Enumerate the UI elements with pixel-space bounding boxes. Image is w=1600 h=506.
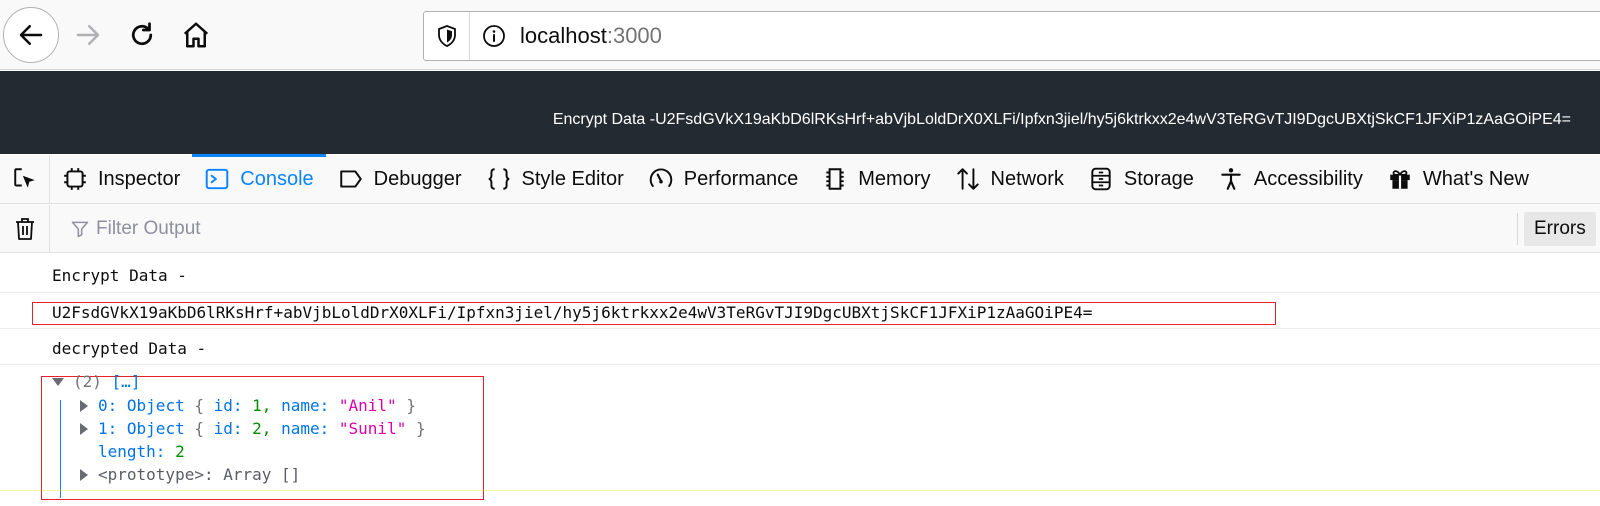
reload-button[interactable] — [114, 7, 170, 63]
inspector-icon — [64, 168, 86, 190]
errors-filter-button[interactable]: Errors — [1524, 212, 1596, 246]
prop-value: 1, — [252, 396, 272, 415]
console-filter-bar: Errors — [0, 204, 1600, 253]
prop-value: "Anil" — [338, 396, 397, 415]
brace-open: { — [194, 419, 204, 438]
item-type: Object — [126, 396, 185, 415]
braces-icon — [488, 168, 509, 190]
site-info-button[interactable] — [470, 24, 518, 48]
prop-key: <prototype>: — [98, 465, 214, 484]
message-text: Encrypt Data - — [52, 266, 187, 285]
collapsed-arrow-icon[interactable] — [80, 423, 88, 435]
storage-icon — [1091, 167, 1111, 191]
prop-key: id: — [213, 396, 243, 415]
devtools-toolbar: Inspector Console Debugger Style Editor … — [0, 154, 1600, 204]
prop-value: 2 — [175, 442, 185, 461]
tab-label: Memory — [858, 167, 931, 190]
arrow-right-icon — [76, 25, 100, 45]
info-icon — [483, 25, 505, 47]
tab-label: Debugger — [373, 167, 462, 190]
tab-network[interactable]: Network — [943, 155, 1076, 203]
arrow-left-icon — [19, 25, 43, 45]
page-header-text: Encrypt Data -U2FsdGVkX19aKbD6lRKsHrf+ab… — [552, 111, 1571, 128]
tab-storage[interactable]: Storage — [1076, 155, 1206, 203]
prop-key: name: — [281, 419, 330, 438]
console-message: decrypted Data - — [0, 330, 1600, 365]
object-row[interactable]: 1: Object { id: 2, name: "Sunil" } — [80, 417, 426, 440]
clear-console-button[interactable] — [0, 204, 50, 253]
collapsed-arrow-icon[interactable] — [80, 469, 88, 481]
item-type: Object — [126, 419, 185, 438]
chip-icon — [826, 168, 844, 190]
filter-icon — [70, 218, 92, 240]
url-text[interactable]: localhost:3000 — [518, 23, 662, 49]
prop-value: 2, — [252, 419, 272, 438]
array-header-row[interactable]: (2) […] — [52, 370, 140, 393]
tab-label: Console — [240, 167, 314, 190]
home-button[interactable] — [168, 7, 224, 63]
tab-whats-new[interactable]: What's New — [1375, 155, 1541, 203]
tab-debugger[interactable]: Debugger — [326, 155, 474, 203]
tab-label: Network — [990, 167, 1064, 190]
tab-style-editor[interactable]: Style Editor — [474, 155, 636, 203]
tab-performance[interactable]: Performance — [636, 155, 811, 203]
tab-accessibility[interactable]: Accessibility — [1206, 155, 1375, 203]
prop-key: length: — [98, 442, 166, 461]
tab-inspector[interactable]: Inspector — [50, 155, 192, 203]
tree-guide-line — [60, 400, 61, 498]
trash-icon — [15, 217, 34, 240]
page-header: Encrypt Data -U2FsdGVkX19aKbD6lRKsHrf+ab… — [0, 71, 1600, 154]
divider — [0, 490, 1600, 491]
console-icon — [205, 168, 229, 190]
brace-close: } — [406, 396, 416, 415]
debugger-icon — [339, 170, 362, 188]
message-text: decrypted Data - — [52, 339, 207, 358]
element-picker-button[interactable] — [0, 155, 50, 203]
object-row[interactable]: 0: Object { id: 1, name: "Anil" } — [80, 394, 416, 417]
gift-icon — [1390, 170, 1410, 189]
highlight-box — [32, 302, 1276, 325]
filter-output-input[interactable] — [96, 217, 996, 240]
arrows-updown-icon — [956, 168, 979, 190]
length-row: length: 2 — [98, 440, 185, 463]
array-count: (2) — [73, 372, 102, 391]
url-bar[interactable]: localhost:3000 — [423, 11, 1600, 61]
gauge-icon — [649, 168, 672, 188]
tab-label: Performance — [683, 167, 799, 190]
shield-icon — [437, 25, 456, 47]
back-button[interactable] — [3, 7, 59, 63]
tab-memory[interactable]: Memory — [810, 155, 942, 203]
url-port: :3000 — [606, 23, 662, 48]
toolbar-divider — [1517, 213, 1518, 245]
prototype-row[interactable]: <prototype>: Array [] — [80, 463, 300, 486]
element-picker-icon — [13, 168, 35, 188]
prop-key: name: — [281, 396, 330, 415]
item-index: 0: — [98, 396, 118, 415]
prop-key: id: — [213, 419, 243, 438]
accessibility-icon — [1221, 168, 1241, 190]
prop-value: "Sunil" — [338, 419, 407, 438]
console-message: Encrypt Data - — [0, 254, 1600, 293]
collapsed-arrow-icon[interactable] — [80, 400, 88, 412]
tracking-protection-button[interactable] — [424, 12, 470, 60]
tab-console[interactable]: Console — [192, 154, 327, 203]
url-host: localhost — [520, 23, 607, 48]
forward-button[interactable] — [60, 7, 116, 63]
prop-value: Array [] — [223, 465, 301, 484]
array-preview: […] — [111, 372, 141, 391]
tab-label: What's New — [1422, 167, 1529, 190]
tab-label: Accessibility — [1253, 167, 1363, 190]
console-output: Encrypt Data - U2FsdGVkX19aKbD6lRKsHrf+a… — [0, 254, 1600, 506]
brace-close: } — [415, 419, 426, 438]
tab-label: Inspector — [98, 167, 181, 190]
brace-open: { — [194, 396, 204, 415]
reload-icon — [131, 22, 153, 46]
expanded-arrow-icon[interactable] — [52, 378, 64, 386]
browser-navbar: localhost:3000 — [0, 0, 1600, 70]
tab-label: Style Editor — [521, 167, 624, 190]
item-index: 1: — [98, 419, 118, 438]
tab-label: Storage — [1123, 167, 1194, 190]
home-icon — [183, 22, 209, 48]
